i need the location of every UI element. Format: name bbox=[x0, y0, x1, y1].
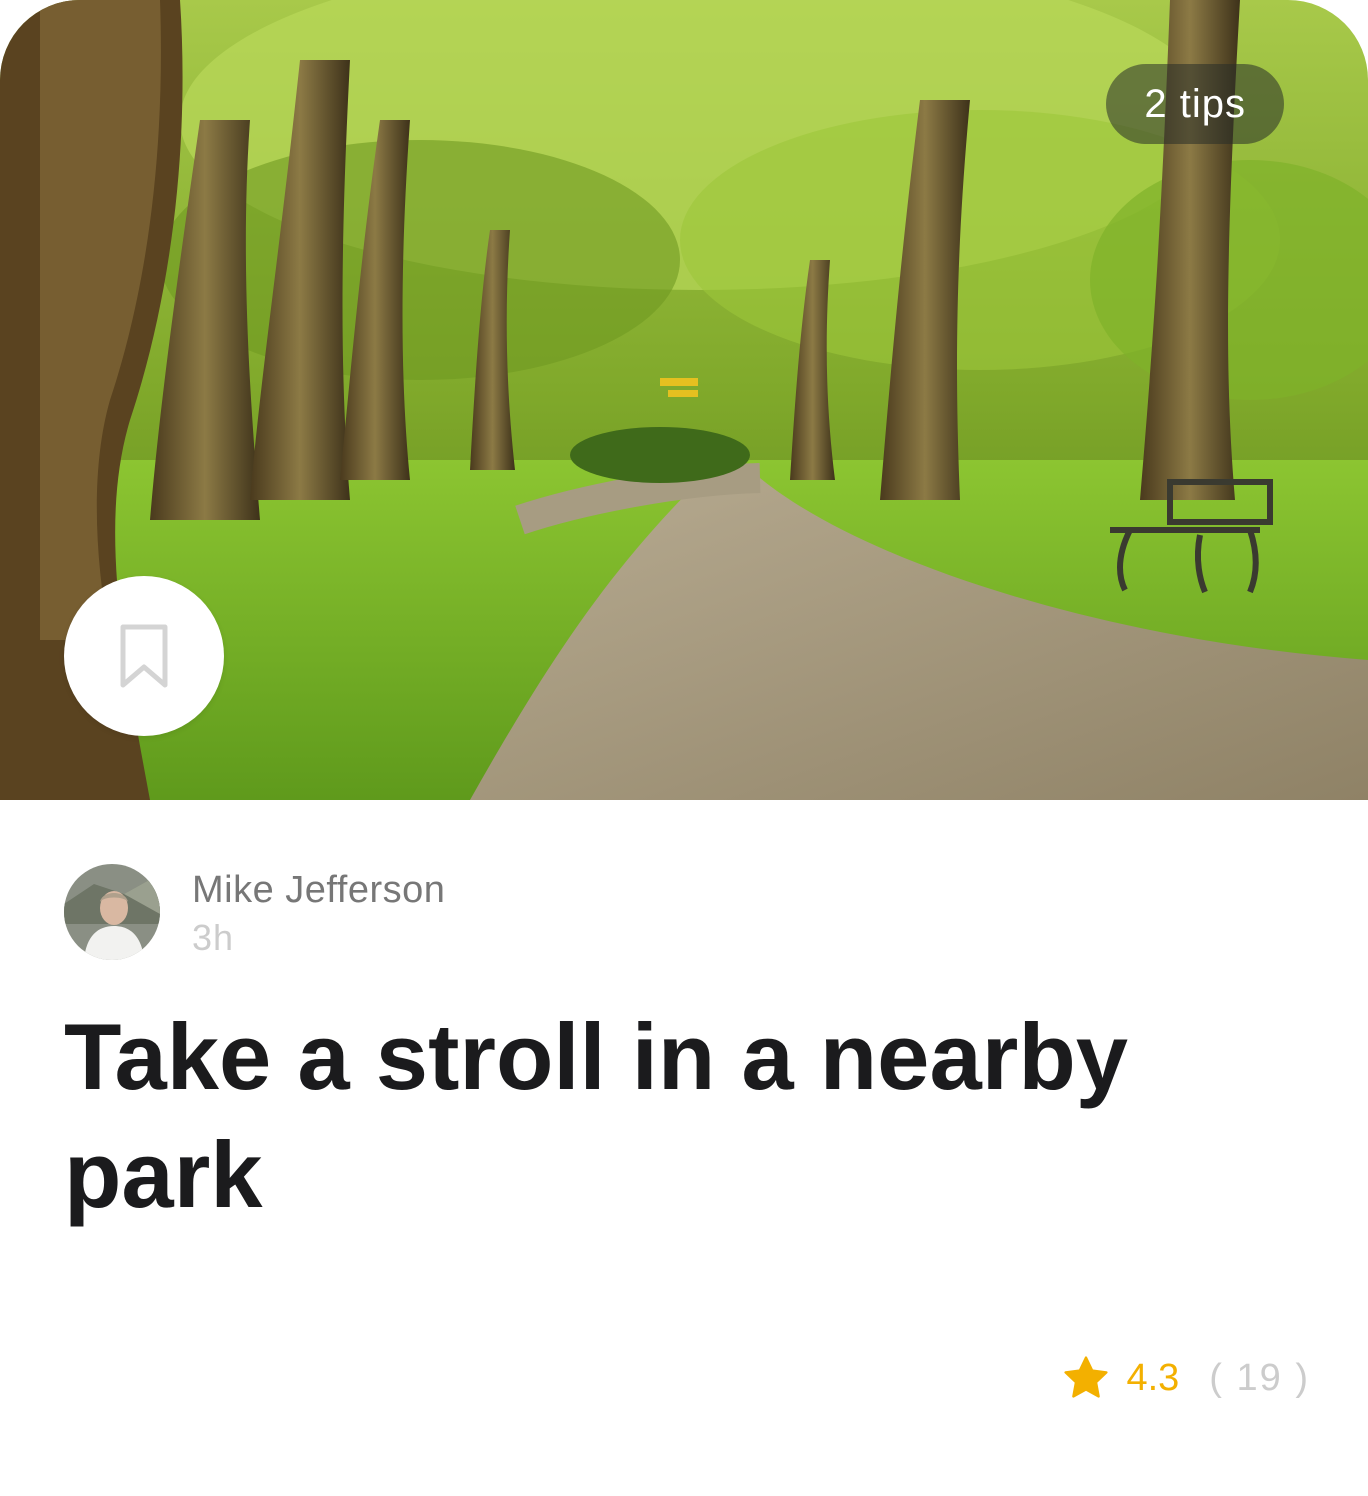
rating-count: ( 19 ) bbox=[1209, 1356, 1310, 1399]
tips-count-badge[interactable]: 2 tips bbox=[1106, 64, 1284, 144]
star-icon bbox=[1064, 1356, 1109, 1398]
tip-card[interactable]: 2 tips Mike Jefferson 3h Take a stroll i… bbox=[0, 0, 1368, 1496]
post-title: Take a stroll in a nearby park bbox=[64, 1004, 1129, 1227]
avatar[interactable] bbox=[64, 864, 160, 960]
rating-value: 4.3 bbox=[1126, 1356, 1180, 1399]
post-timestamp: 3h bbox=[192, 917, 235, 958]
rating: 4.3 ( 19 ) bbox=[1062, 1350, 1310, 1406]
hero-image: 2 tips bbox=[0, 0, 1368, 800]
author-block[interactable]: Mike Jefferson 3h bbox=[64, 864, 445, 962]
bookmark-button[interactable] bbox=[64, 576, 224, 736]
author-name[interactable]: Mike Jefferson bbox=[192, 866, 445, 914]
bookmark-icon bbox=[120, 624, 168, 688]
